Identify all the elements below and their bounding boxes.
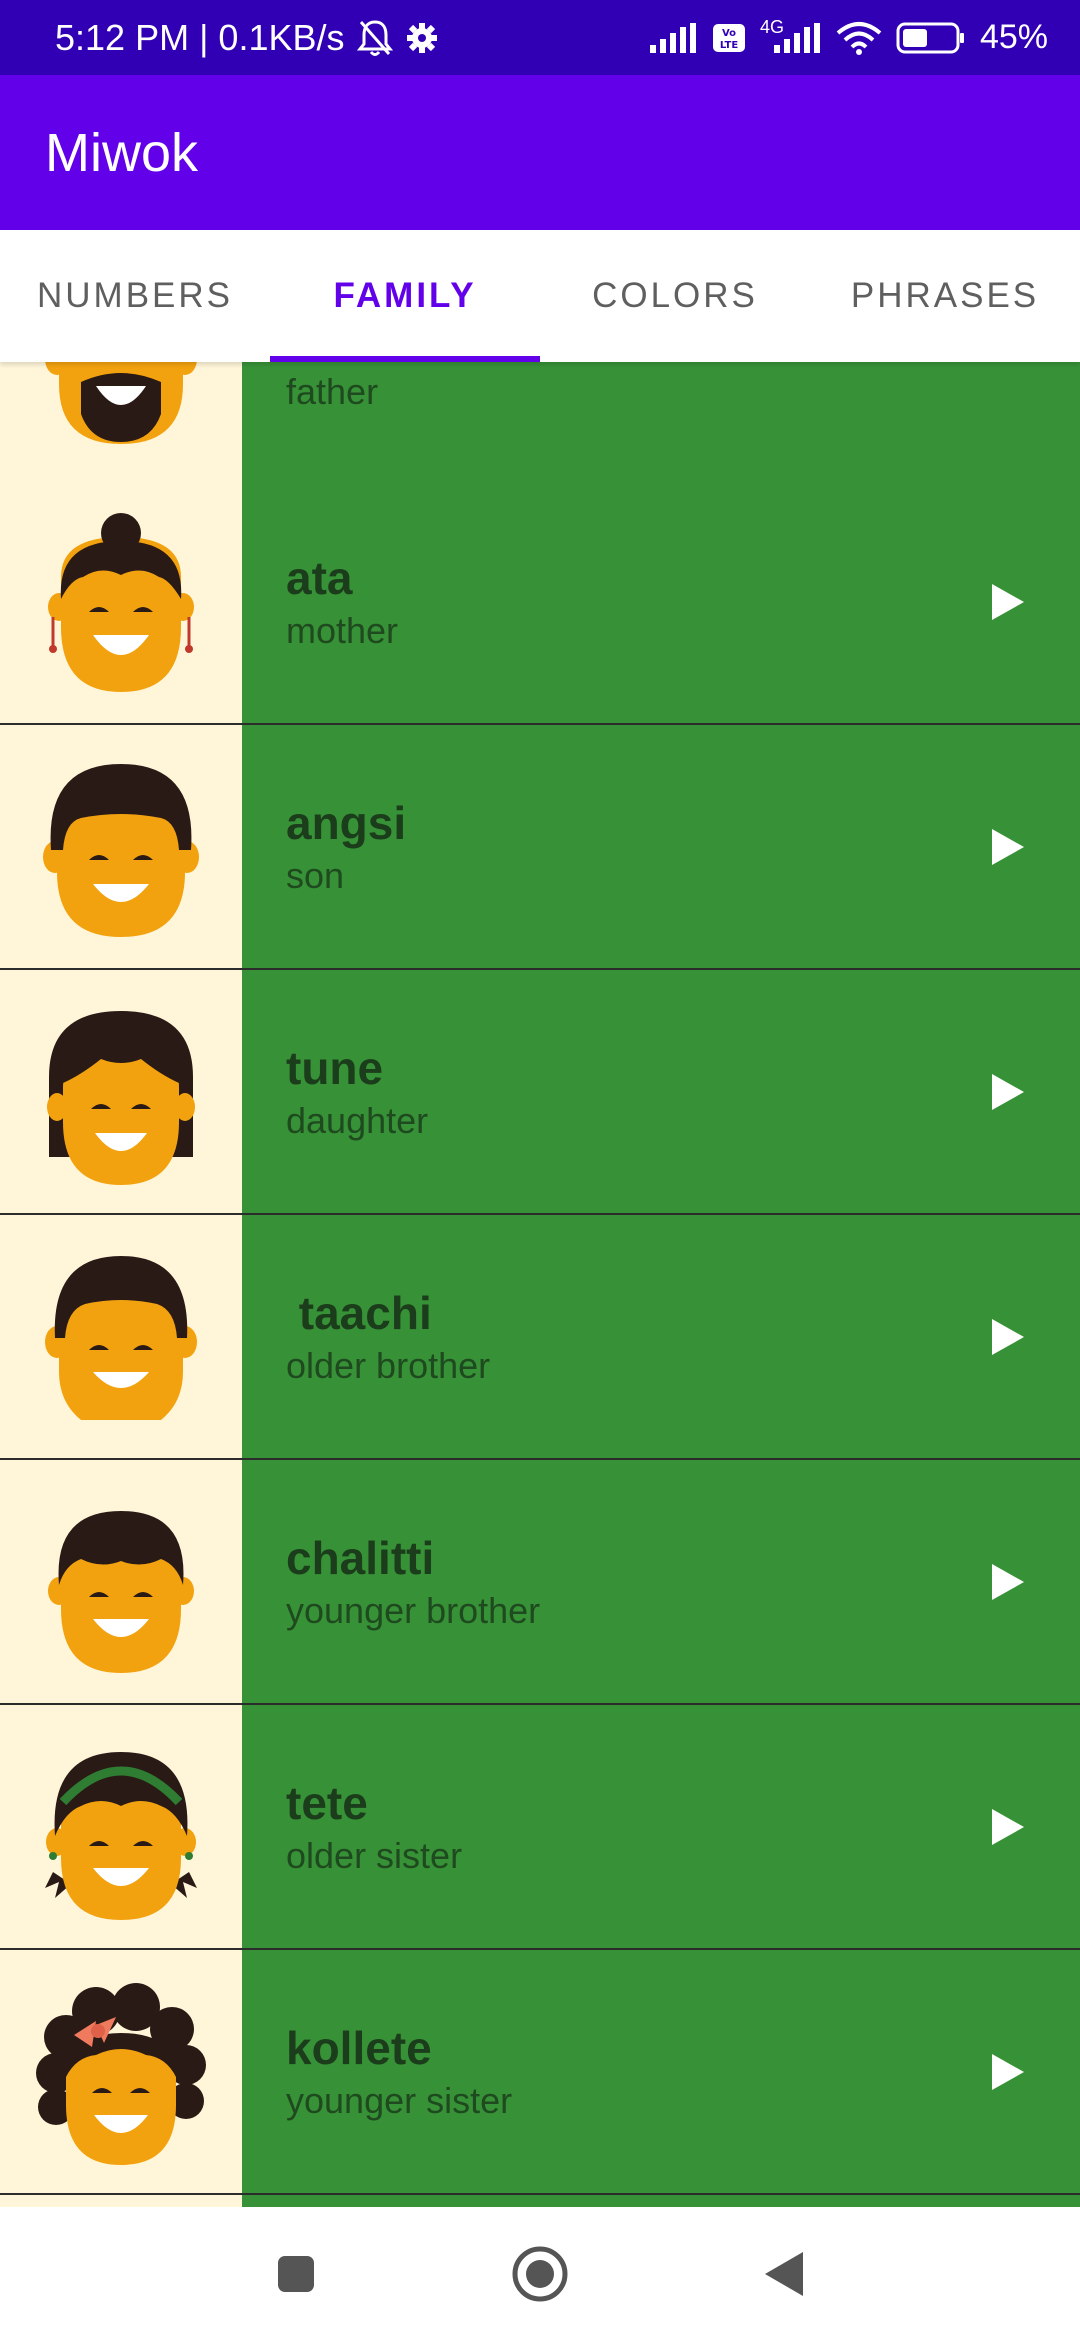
tab-colors[interactable]: COLORS (540, 230, 810, 362)
word-card: ata mother (242, 480, 1080, 723)
word-text: tune daughter (286, 970, 428, 1213)
play-icon[interactable] (990, 582, 1026, 622)
tab-phrases[interactable]: PHRASES (810, 230, 1080, 362)
tab-numbers[interactable]: NUMBERS (0, 230, 270, 362)
list-item[interactable]: ata mother (0, 480, 1080, 725)
gear-icon (405, 21, 439, 55)
play-icon[interactable] (990, 1072, 1026, 1112)
navigation-bar (0, 2207, 1080, 2340)
word-card: kollete younger sister (242, 1950, 1080, 2193)
english-translation: father (286, 371, 379, 412)
father-avatar (0, 362, 242, 480)
word-card: taachi older brother (242, 1215, 1080, 1458)
word-text: ata mother (286, 480, 398, 723)
play-icon[interactable] (990, 827, 1026, 867)
list-item[interactable]: kollete younger sister (0, 1950, 1080, 2195)
older-sister-avatar (0, 1705, 242, 1948)
network-type: 4G (759, 16, 784, 37)
english-translation: daughter (286, 1099, 429, 1141)
tab-family[interactable]: FAMILY (270, 230, 540, 362)
tab-label: PHRASES (850, 276, 1040, 315)
younger-brother-avatar (0, 1460, 242, 1703)
back-button[interactable] (724, 2207, 844, 2340)
word-card: father (242, 362, 1080, 480)
svg-text:LTE: LTE (720, 40, 739, 51)
list-item[interactable]: tete older sister (0, 1705, 1080, 1950)
play-icon[interactable] (990, 1807, 1026, 1847)
english-translation: older sister (286, 1834, 463, 1876)
status-left: 5:12 PM | 0.1KB/s (55, 0, 439, 75)
older-brother-avatar (0, 1215, 242, 1458)
list-item[interactable] (0, 2195, 1080, 2207)
word-text: kollete younger sister (286, 1950, 512, 2193)
word-card: chalitti younger brother (242, 1460, 1080, 1703)
word-card: tete older sister (242, 1705, 1080, 1948)
status-right: Vo LTE 4G 45% (649, 0, 1048, 75)
english-translation: older brother (286, 1344, 491, 1386)
english-translation: mother (286, 609, 399, 651)
list-item[interactable]: angsi son (0, 725, 1080, 970)
wifi-icon (836, 21, 882, 55)
list-item[interactable]: taachi older brother (0, 1215, 1080, 1460)
tab-label: FAMILY (333, 276, 477, 315)
back-icon (765, 2251, 803, 2296)
word-text: taachi older brother (286, 1215, 490, 1458)
bell-off-icon (356, 18, 393, 58)
mother-avatar (0, 480, 242, 723)
younger-sister-avatar (0, 1950, 242, 2193)
miwok-word: tune (286, 1041, 384, 1094)
signal-4g-icon: 4G (760, 17, 822, 53)
recent-apps-icon (278, 2255, 314, 2292)
word-text: tete older sister (286, 1705, 462, 1948)
status-time-speed: 5:12 PM | 0.1KB/s (55, 16, 345, 58)
miwok-word: taachi (286, 1286, 432, 1339)
status-bar: 5:12 PM | 0.1KB/s Vo LTE 4G 45% (0, 0, 1080, 75)
word-card: angsi son (242, 725, 1080, 968)
list-item[interactable]: chalitti younger brother (0, 1460, 1080, 1705)
svg-text:Vo: Vo (722, 28, 736, 39)
battery-percent: 45% (979, 18, 1048, 56)
play-icon[interactable] (990, 1562, 1026, 1602)
miwok-word: ata (286, 551, 353, 604)
volte-icon: Vo LTE (712, 23, 746, 53)
list-item[interactable]: tune daughter (0, 970, 1080, 1215)
word-text: chalitti younger brother (286, 1460, 540, 1703)
app-bar: Miwok (0, 75, 1080, 230)
recent-apps-button[interactable] (236, 2207, 356, 2340)
tab-label: COLORS (592, 276, 758, 315)
home-button[interactable] (480, 2207, 600, 2340)
tab-indicator (270, 356, 540, 362)
play-icon[interactable] (990, 1317, 1026, 1357)
english-translation: son (286, 854, 345, 896)
signal-icon (649, 22, 698, 53)
miwok-word: chalitti (286, 1531, 435, 1584)
play-icon[interactable] (990, 2052, 1026, 2092)
tab-bar: NUMBERS FAMILY COLORS PHRASES (0, 230, 1080, 362)
word-card: tune daughter (242, 970, 1080, 1213)
list-item[interactable]: father (0, 362, 1080, 482)
battery-icon (896, 21, 966, 55)
home-icon (512, 2246, 568, 2301)
tab-label: NUMBERS (36, 276, 234, 315)
word-card (242, 2195, 1080, 2207)
daughter-avatar (0, 970, 242, 1213)
word-list[interactable]: father ata mother angsi son tune daughte… (0, 362, 1080, 2207)
son-avatar (0, 725, 242, 968)
app-title: Miwok (45, 122, 199, 183)
word-text: father (286, 368, 378, 480)
word-text: angsi son (286, 725, 406, 968)
next-avatar (0, 2195, 242, 2207)
miwok-word: tete (286, 1776, 368, 1829)
english-translation: younger brother (286, 1589, 541, 1631)
english-translation: younger sister (286, 2079, 513, 2121)
miwok-word: kollete (286, 2021, 432, 2074)
miwok-word: angsi (286, 796, 407, 849)
